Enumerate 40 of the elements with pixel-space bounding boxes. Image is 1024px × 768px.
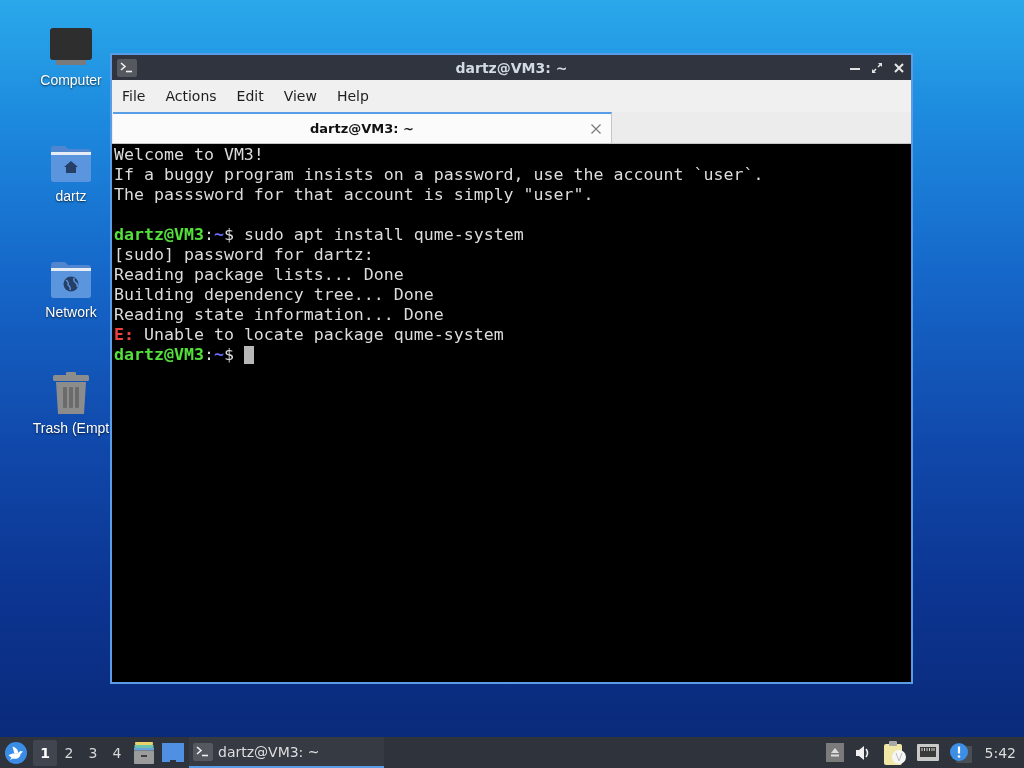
- terminal-line: Reading state information... Done: [114, 305, 444, 325]
- terminal-line: The passsword for that account is simply "user".: [114, 185, 594, 205]
- window-title: dartz@VM3: ~: [455, 59, 568, 76]
- monitor-icon[interactable]: [50, 28, 92, 66]
- menu-item[interactable]: Help: [326, 88, 379, 104]
- menu-item[interactable]: File: [112, 88, 156, 104]
- terminal-line: If a buggy program insists on a password, use the account `user`.: [114, 165, 764, 185]
- desktop-icon-label: Network: [45, 304, 97, 320]
- desktop-icon-label: dartz: [55, 188, 87, 204]
- workspace-button[interactable]: 3: [81, 739, 105, 766]
- terminal-line: [sudo] password for dartz:: [114, 245, 374, 265]
- restore-icon[interactable]: [872, 62, 882, 73]
- alert-icon[interactable]: [949, 742, 972, 763]
- terminal-line: E: Unable to locate package qume-system: [114, 325, 504, 345]
- menu-item[interactable]: Actions: [155, 88, 227, 104]
- terminal-line: Building dependency tree... Done: [114, 285, 434, 305]
- menu-item[interactable]: View: [273, 88, 327, 104]
- clipboard-icon[interactable]: [883, 740, 906, 765]
- workspace-button[interactable]: 1: [33, 739, 57, 766]
- terminal-line: Welcome to VM3!: [114, 145, 264, 165]
- terminal-tab[interactable]: dartz@VM3: ~: [113, 112, 612, 143]
- desktop-icon-label: Trash (Empt: [32, 420, 110, 436]
- bird-logo-icon[interactable]: [5, 741, 27, 764]
- terminal-icon[interactable]: [117, 58, 137, 77]
- terminal-icon: [193, 742, 213, 761]
- file-cabinet-icon[interactable]: [134, 741, 154, 764]
- home-folder-icon[interactable]: [51, 146, 91, 182]
- globe-folder-icon[interactable]: [51, 262, 91, 298]
- terminal-line: Reading package lists... Done: [114, 265, 404, 285]
- clock-text: 5:42: [984, 744, 1016, 761]
- eject-icon[interactable]: [825, 743, 844, 762]
- desktop-icon-label: Computer: [40, 72, 102, 88]
- menu-item[interactable]: Edit: [226, 88, 274, 104]
- workspace-button[interactable]: 4: [105, 739, 129, 766]
- task-button[interactable]: dartz@VM3: ~: [189, 737, 384, 768]
- terminal-line: dartz@VM3:~$ sudo apt install qume-system: [114, 225, 524, 245]
- desktop-icon[interactable]: [162, 743, 184, 762]
- terminal-line: dartz@VM3:~$: [114, 345, 234, 365]
- ethernet-port-icon[interactable]: [916, 744, 939, 761]
- workspace-button[interactable]: 2: [57, 739, 81, 766]
